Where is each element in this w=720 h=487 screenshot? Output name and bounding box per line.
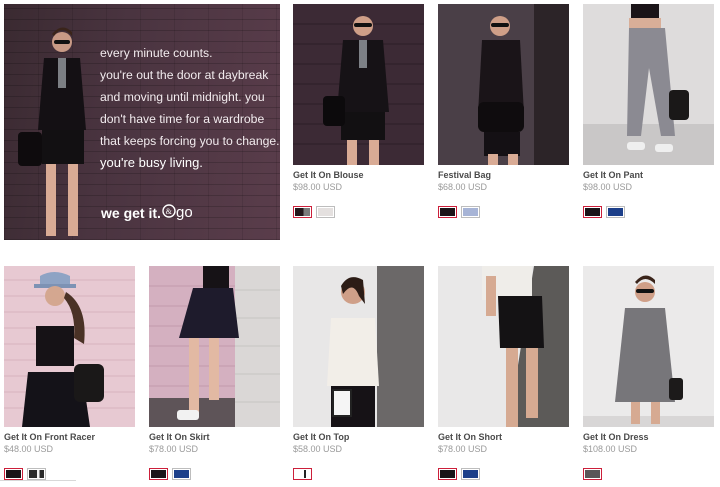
product-name[interactable]: Get It On Blouse bbox=[293, 170, 424, 180]
color-swatches bbox=[583, 468, 714, 480]
swatch-color bbox=[6, 470, 21, 478]
promo-line: and moving until midnight. you bbox=[100, 90, 265, 104]
product-photo[interactable] bbox=[583, 266, 714, 427]
product-card[interactable]: Get It On Pant $98.00 USD bbox=[583, 4, 714, 218]
color-swatch[interactable] bbox=[293, 468, 312, 480]
swatch-color bbox=[295, 470, 310, 478]
swatch-color bbox=[174, 470, 189, 478]
product-card[interactable]: Get It On Top $58.00 USD bbox=[293, 266, 424, 480]
product-price: $98.00 USD bbox=[583, 182, 633, 192]
product-name[interactable]: Get It On Dress bbox=[583, 432, 714, 442]
color-swatch[interactable] bbox=[461, 468, 480, 480]
product-card[interactable]: Get It On Skirt $78.00 USD bbox=[149, 266, 280, 480]
product-name[interactable]: Get It On Front Racer bbox=[4, 432, 135, 442]
product-price: $78.00 USD bbox=[438, 444, 488, 454]
swatch-color bbox=[295, 208, 310, 216]
promo-line: every minute counts. bbox=[100, 46, 213, 60]
promo-line: you're out the door at daybreak bbox=[100, 68, 269, 82]
product-photo[interactable] bbox=[293, 266, 424, 427]
promo-banner[interactable]: every minute counts. you're out the door… bbox=[4, 4, 280, 240]
swatch-color bbox=[440, 470, 455, 478]
promo-line: that keeps forcing you to change. bbox=[100, 134, 280, 148]
product-photo[interactable] bbox=[149, 266, 280, 427]
swatch-color bbox=[585, 208, 600, 216]
color-swatch[interactable] bbox=[438, 468, 457, 480]
product-price: $98.00 USD bbox=[293, 182, 343, 192]
model-illustration bbox=[18, 27, 86, 236]
product-name[interactable]: Get It On Short bbox=[438, 432, 569, 442]
color-swatches bbox=[293, 468, 424, 480]
color-swatch[interactable] bbox=[461, 206, 480, 218]
color-swatches bbox=[583, 206, 714, 218]
product-name[interactable]: Get It On Pant bbox=[583, 170, 714, 180]
divider bbox=[0, 480, 76, 481]
color-swatch[interactable] bbox=[4, 468, 23, 480]
product-name[interactable]: Festival Bag bbox=[438, 170, 569, 180]
product-card[interactable]: Get It On Front Racer $48.00 USD bbox=[4, 266, 135, 480]
swatch-color bbox=[608, 208, 623, 216]
color-swatch[interactable] bbox=[583, 206, 602, 218]
product-photo[interactable] bbox=[4, 266, 135, 427]
product-price: $78.00 USD bbox=[149, 444, 199, 454]
product-card[interactable]: Festival Bag $68.00 USD bbox=[438, 4, 569, 218]
product-price: $68.00 USD bbox=[438, 182, 488, 192]
swatch-color bbox=[463, 208, 478, 216]
color-swatch[interactable] bbox=[27, 468, 46, 480]
brand-logo-icon: & go bbox=[162, 204, 192, 221]
color-swatches bbox=[149, 468, 280, 480]
color-swatch[interactable] bbox=[438, 206, 457, 218]
promo-line: don't have time for a wardrobe bbox=[100, 112, 265, 126]
svg-text:&: & bbox=[166, 207, 173, 216]
color-swatch[interactable] bbox=[606, 206, 625, 218]
swatch-color bbox=[585, 470, 600, 478]
product-card[interactable]: Get It On Blouse $98.00 USD bbox=[293, 4, 424, 218]
svg-text:go: go bbox=[176, 204, 192, 221]
product-price: $108.00 USD bbox=[583, 444, 638, 454]
color-swatch[interactable] bbox=[172, 468, 191, 480]
color-swatch[interactable] bbox=[149, 468, 168, 480]
product-card[interactable]: Get It On Dress $108.00 USD bbox=[583, 266, 714, 480]
product-photo[interactable] bbox=[438, 266, 569, 427]
promo-copy: every minute counts. you're out the door… bbox=[100, 42, 280, 174]
promo-line-emphasis: you're busy living. bbox=[100, 155, 203, 170]
color-swatches bbox=[438, 206, 569, 218]
promo-signoff: we get it. bbox=[101, 205, 161, 221]
color-swatch[interactable] bbox=[293, 206, 312, 218]
color-swatches bbox=[438, 468, 569, 480]
product-photo[interactable] bbox=[583, 4, 714, 165]
product-photo[interactable] bbox=[438, 4, 569, 165]
color-swatch[interactable] bbox=[583, 468, 602, 480]
swatch-color bbox=[151, 470, 166, 478]
swatch-color bbox=[318, 208, 333, 216]
swatch-color bbox=[440, 208, 455, 216]
product-name[interactable]: Get It On Skirt bbox=[149, 432, 280, 442]
color-swatches bbox=[293, 206, 424, 218]
product-price: $48.00 USD bbox=[4, 444, 54, 454]
product-name[interactable]: Get It On Top bbox=[293, 432, 424, 442]
color-swatches bbox=[4, 468, 135, 480]
color-swatch[interactable] bbox=[316, 206, 335, 218]
product-card[interactable]: Get It On Short $78.00 USD bbox=[438, 266, 569, 480]
product-photo[interactable] bbox=[293, 4, 424, 165]
product-price: $58.00 USD bbox=[293, 444, 343, 454]
swatch-color bbox=[29, 470, 44, 478]
swatch-color bbox=[463, 470, 478, 478]
